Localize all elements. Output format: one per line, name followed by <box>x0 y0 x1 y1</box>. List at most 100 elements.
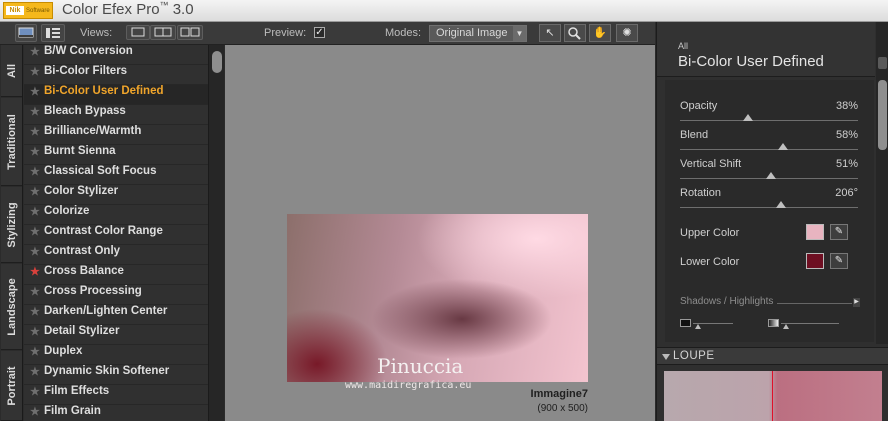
slider-knob[interactable] <box>742 114 753 121</box>
split-view-icon <box>154 27 172 37</box>
shadows-knob[interactable] <box>695 324 701 329</box>
slider-blend[interactable]: Blend 58% <box>680 129 858 157</box>
pointer-tool-button[interactable]: ↖ <box>539 24 561 42</box>
filter-item-label: Detail Stylizer <box>44 325 120 337</box>
view-list-button[interactable] <box>41 24 65 42</box>
slider-track[interactable] <box>680 149 858 150</box>
star-icon[interactable]: ★ <box>30 365 40 378</box>
mode-select[interactable]: Original Image ▼ <box>429 25 527 42</box>
filter-item-label: B/W Conversion <box>44 45 133 57</box>
filter-item[interactable]: ★ Film Effects <box>24 385 208 405</box>
slider-knob[interactable] <box>776 201 787 208</box>
filter-item[interactable]: ★ Dynamic Skin Softener <box>24 365 208 385</box>
tab-stylizing[interactable]: Stylizing <box>1 187 22 263</box>
view-thumbnail-button[interactable] <box>15 24 37 42</box>
tab-traditional[interactable]: Traditional <box>1 98 22 186</box>
preview-area[interactable]: Pinuccia www.maidiregrafica.eu Immagine7… <box>225 45 655 421</box>
hand-tool-button[interactable]: ✋ <box>589 24 611 42</box>
filter-item[interactable]: ★ Bleach Bypass <box>24 105 208 125</box>
tab-portrait[interactable]: Portrait <box>1 351 22 421</box>
highlights-knob[interactable] <box>783 324 789 329</box>
upper-color-swatch[interactable] <box>806 224 824 240</box>
highlights-slider[interactable] <box>768 319 848 331</box>
hand-icon: ✋ <box>593 27 607 39</box>
filter-item[interactable]: ★ Classical Soft Focus <box>24 165 208 185</box>
star-icon[interactable]: ★ <box>30 145 40 158</box>
star-icon[interactable]: ★ <box>30 385 40 398</box>
star-icon[interactable]: ★ <box>30 85 40 98</box>
panel-scrollbar-thumb[interactable] <box>878 80 887 150</box>
filter-item[interactable]: ★ Bi-Color User Defined <box>24 85 208 105</box>
zoom-tool-button[interactable] <box>564 24 586 42</box>
slider-vertical-shift[interactable]: Vertical Shift 51% <box>680 158 858 186</box>
filter-list-scrollbar[interactable] <box>208 45 224 421</box>
filter-item-label: Bi-Color User Defined <box>44 85 164 97</box>
star-icon[interactable]: ★ <box>30 325 40 338</box>
filter-item[interactable]: ★ Colorize <box>24 205 208 225</box>
star-icon[interactable]: ★ <box>30 185 40 198</box>
filter-item[interactable]: ★ Color Stylizer <box>24 185 208 205</box>
star-icon[interactable]: ★ <box>30 265 40 278</box>
filter-item[interactable]: ★ Cross Processing <box>24 285 208 305</box>
upper-color-row: Upper Color ✎ <box>680 224 858 244</box>
loupe-split-line[interactable] <box>772 371 773 421</box>
star-icon[interactable]: ★ <box>30 65 40 78</box>
shadows-slider[interactable] <box>680 319 740 331</box>
star-icon[interactable]: ★ <box>30 405 40 418</box>
slider-knob[interactable] <box>765 172 776 179</box>
lower-color-picker-button[interactable]: ✎ <box>830 253 848 269</box>
slider-rotation[interactable]: Rotation 206° <box>680 187 858 215</box>
star-icon[interactable]: ★ <box>30 285 40 298</box>
filter-item[interactable]: ★ Contrast Only <box>24 245 208 265</box>
upper-color-picker-button[interactable]: ✎ <box>830 224 848 240</box>
expand-arrow-icon[interactable]: ▶ <box>853 298 860 307</box>
filter-item[interactable]: ★ Bi-Color Filters <box>24 65 208 85</box>
lower-color-label: Lower Color <box>680 256 740 268</box>
app-name: Color Efex Pro <box>62 1 160 18</box>
split-view-button[interactable] <box>150 25 176 40</box>
filter-item-label: Dynamic Skin Softener <box>44 365 170 377</box>
star-icon[interactable]: ★ <box>30 125 40 138</box>
filter-item[interactable]: ★ Cross Balance <box>24 265 208 285</box>
tab-landscape[interactable]: Landscape <box>1 264 22 350</box>
panel-scrollbar[interactable] <box>876 22 888 344</box>
image-name: Immagine7 <box>530 388 588 400</box>
side-by-side-view-button[interactable] <box>177 25 203 40</box>
slider-opacity[interactable]: Opacity 38% <box>680 100 858 128</box>
slider-track[interactable] <box>680 207 858 208</box>
star-icon[interactable]: ★ <box>30 225 40 238</box>
filter-item[interactable]: ★ Contrast Color Range <box>24 225 208 245</box>
star-icon[interactable]: ★ <box>30 205 40 218</box>
slider-knob[interactable] <box>778 143 789 150</box>
star-icon[interactable]: ★ <box>30 105 40 118</box>
filter-item[interactable]: ★ Brilliance/Warmth <box>24 125 208 145</box>
filter-item[interactable]: ★ Darken/Lighten Center <box>24 305 208 325</box>
preview-checkbox[interactable]: ✓ <box>314 27 325 38</box>
single-view-button[interactable] <box>126 25 150 40</box>
slider-track[interactable] <box>680 120 858 121</box>
light-tool-button[interactable]: ✺ <box>616 24 638 42</box>
filter-item[interactable]: ★ Duplex <box>24 345 208 365</box>
star-icon[interactable]: ★ <box>30 45 40 58</box>
filter-item[interactable]: ★ Burnt Sienna <box>24 145 208 165</box>
filter-item[interactable]: ★ Film Grain <box>24 405 208 421</box>
star-icon[interactable]: ★ <box>30 305 40 318</box>
filter-item-label: Bleach Bypass <box>44 105 126 117</box>
filter-item-label: Film Grain <box>44 405 101 417</box>
loupe-header[interactable]: LOUPE <box>657 347 888 365</box>
star-icon[interactable]: ★ <box>30 245 40 258</box>
scrollbar-thumb[interactable] <box>212 51 222 73</box>
slider-value: 51% <box>835 158 858 170</box>
scroll-up-arrow[interactable] <box>878 57 887 69</box>
logo-mark: Nik <box>6 6 24 15</box>
filter-item[interactable]: ★ B/W Conversion <box>24 45 208 65</box>
star-icon[interactable]: ★ <box>30 165 40 178</box>
chevron-down-icon: ▼ <box>513 26 526 41</box>
preview-label: Preview: <box>264 27 307 39</box>
filter-item[interactable]: ★ Detail Stylizer <box>24 325 208 345</box>
tab-all[interactable]: All <box>1 45 22 97</box>
lower-color-swatch[interactable] <box>806 253 824 269</box>
star-icon[interactable]: ★ <box>30 345 40 358</box>
lower-color-row: Lower Color ✎ <box>680 253 858 273</box>
shadows-highlights-section[interactable]: Shadows / Highlights ▶ <box>680 296 860 310</box>
